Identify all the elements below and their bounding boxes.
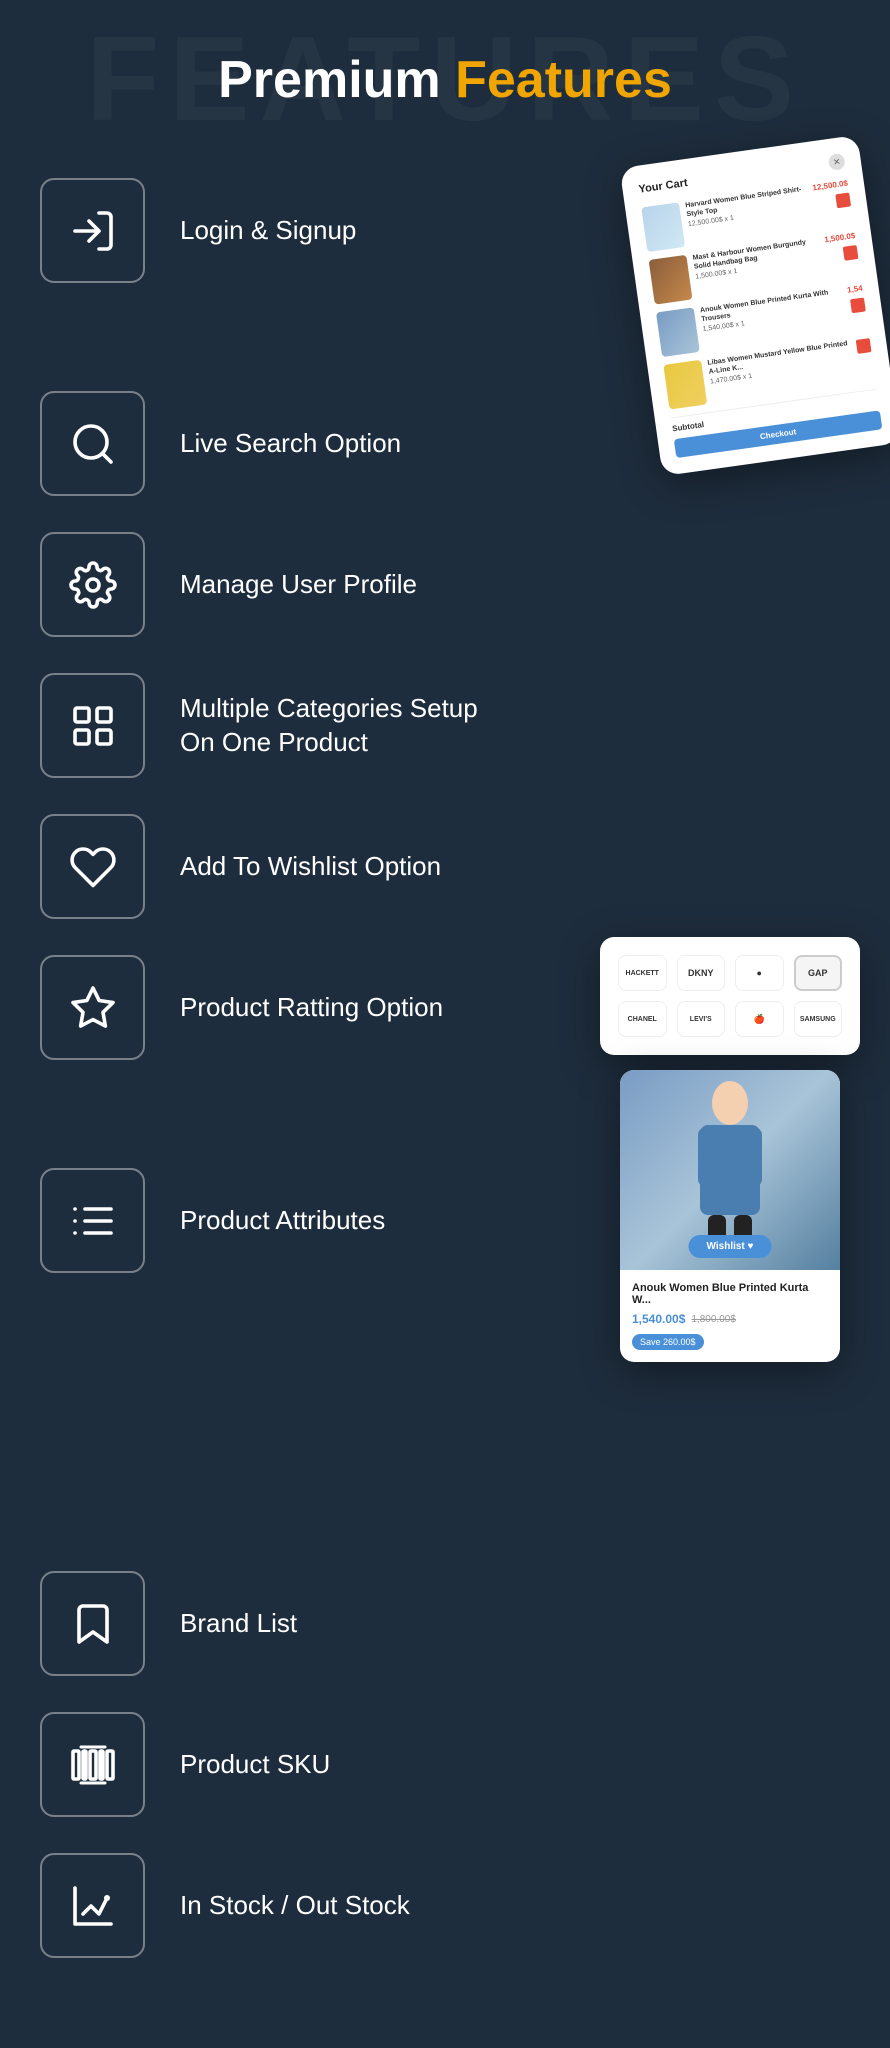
product-price-old: 1,800.00$ [691, 1314, 736, 1325]
brandlist-icon-box [40, 1571, 145, 1676]
wishlist-icon-box [40, 814, 145, 919]
cart-delete-3 [850, 297, 866, 313]
cart-item-img-1 [641, 202, 685, 252]
search-icon-box [40, 391, 145, 496]
title-highlight: Features [455, 51, 672, 109]
feature-attributes: Product Attributes Wishlist ♥ [40, 1150, 850, 1303]
cart-item-total-1: 12,500.0$ [812, 179, 848, 193]
brand-dkny: DKNY [677, 955, 726, 991]
grid-icon [69, 702, 117, 750]
brands-mockup: HACKETT DKNY ● GAP CHANEL LEVI'S 🍎 SAMSU… [600, 937, 860, 1055]
sku-icon-box [40, 1712, 145, 1817]
brandlist-label: Brand List [180, 1607, 297, 1641]
cart-mockup: Your Cart ✕ Harvard Women Blue Striped S… [620, 135, 890, 476]
stock-label: In Stock / Out Stock [180, 1889, 410, 1923]
brand-levis: LEVI'S [677, 1001, 726, 1037]
feature-wishlist: Add To Wishlist Option [40, 796, 850, 937]
title-regular: Premium [218, 51, 455, 109]
page-header: Premium Features [40, 50, 850, 110]
product-price-current: 1,540.00$ [632, 1312, 685, 1326]
feature-sku: Product SKU [40, 1694, 850, 1835]
wishlist-button[interactable]: Wishlist ♥ [689, 1235, 772, 1258]
attributes-icon-box [40, 1168, 145, 1273]
cart-item-img-4 [663, 360, 707, 410]
login-icon [69, 207, 117, 255]
product-info: Anouk Women Blue Printed Kurta W... 1,54… [620, 1270, 840, 1362]
brand-dot: ● [735, 955, 784, 991]
cart-title: Your Cart [638, 177, 689, 196]
cart-delete-4 [856, 338, 872, 354]
cart-delete-2 [843, 245, 859, 261]
sku-label: Product SKU [180, 1748, 330, 1782]
cart-item-img-3 [656, 307, 700, 357]
rating-label: Product Ratting Option [180, 991, 443, 1025]
brand-apple: 🍎 [735, 1001, 784, 1037]
product-img: Wishlist ♥ [620, 1070, 840, 1270]
star-icon [69, 984, 117, 1032]
login-label: Login & Signup [180, 214, 356, 248]
feature-stock: In Stock / Out Stock [40, 1835, 850, 1976]
brand-samsung: SAMSUNG [794, 1001, 843, 1037]
login-icon-box [40, 178, 145, 283]
product-name: Anouk Women Blue Printed Kurta W... [632, 1282, 828, 1306]
chart-icon [69, 1882, 117, 1930]
list-icon [69, 1197, 117, 1245]
profile-icon-box [40, 532, 145, 637]
categories-icon-box [40, 673, 145, 778]
cart-close: ✕ [828, 153, 846, 171]
feature-categories: Multiple Categories SetupOn One Product [40, 655, 850, 796]
product-save-badge: Save 260.00$ [632, 1334, 704, 1350]
rating-icon-box [40, 955, 145, 1060]
feature-profile: Manage User Profile [40, 514, 850, 655]
barcode-icon [69, 1741, 117, 1789]
features-list: Login & Signup Your Cart ✕ Harvard Women… [40, 160, 850, 1976]
bookmark-icon [69, 1600, 117, 1648]
stock-icon-box [40, 1853, 145, 1958]
search-label: Live Search Option [180, 427, 401, 461]
wishlist-label: Add To Wishlist Option [180, 850, 441, 884]
settings-icon [69, 561, 117, 609]
feature-login: Login & Signup Your Cart ✕ Harvard Women… [40, 160, 850, 343]
cart-item-total-3: 1,54 [847, 284, 864, 295]
cart-delete-1 [835, 192, 851, 208]
profile-label: Manage User Profile [180, 568, 417, 602]
product-mockup: Wishlist ♥ Anouk Women Blue Printed Kurt… [620, 1070, 840, 1362]
heart-icon [69, 843, 117, 891]
brands-grid: HACKETT DKNY ● GAP CHANEL LEVI'S 🍎 SAMSU… [618, 955, 842, 1037]
product-prices: 1,540.00$ 1,800.00$ [632, 1312, 828, 1326]
feature-brandlist: Brand List [40, 1553, 850, 1694]
search-icon [69, 420, 117, 468]
cart-item-total-2: 1,500.0$ [824, 231, 856, 244]
brand-hackett: HACKETT [618, 955, 667, 991]
brand-gap: GAP [794, 955, 843, 991]
attributes-label: Product Attributes [180, 1204, 385, 1238]
cart-item-img-2 [649, 255, 693, 305]
categories-label: Multiple Categories SetupOn One Product [180, 692, 478, 760]
brand-chanel: CHANEL [618, 1001, 667, 1037]
page-title: Premium Features [40, 50, 850, 110]
